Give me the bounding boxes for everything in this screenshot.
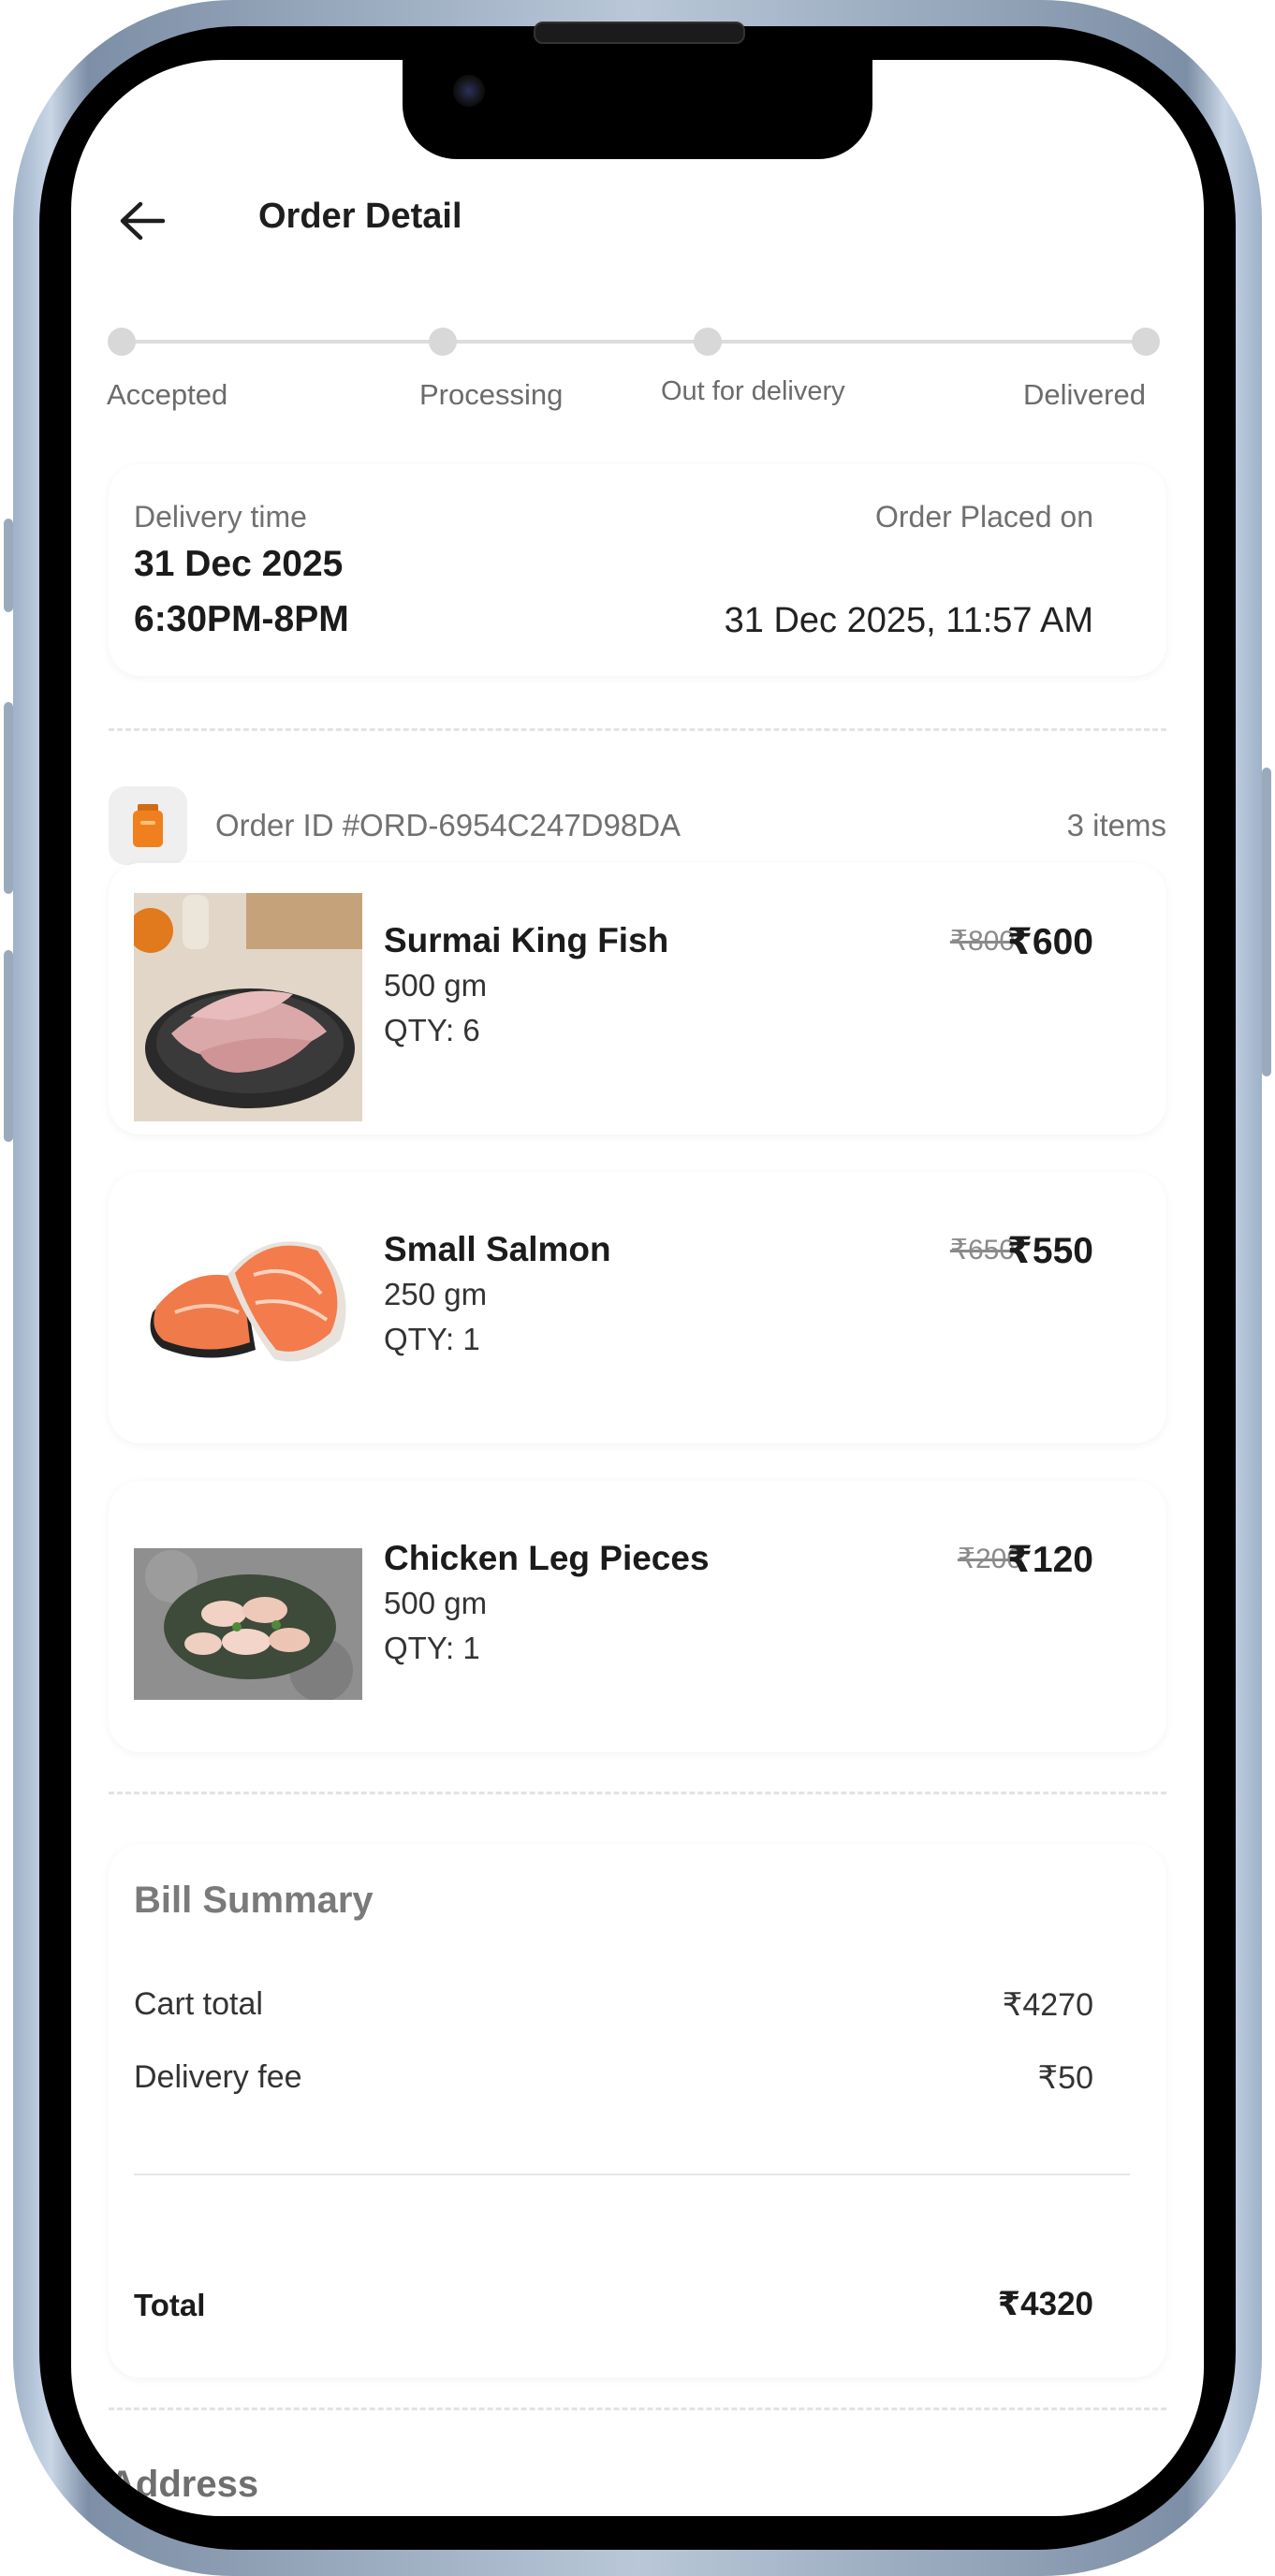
device-stage: Order Detail Accepted Processing Out for… (0, 0, 1275, 2576)
product-price: ₹550 (1006, 1231, 1093, 1271)
product-name: Small Salmon (384, 1230, 611, 1268)
step-dot-processing (429, 328, 457, 356)
delivery-fee-value: ₹50 (1037, 2060, 1093, 2096)
product-name: Chicken Leg Pieces (384, 1539, 710, 1577)
order-placed-label: Order Placed on (874, 500, 1093, 534)
package-icon (133, 804, 163, 847)
arrow-left-icon (120, 201, 166, 241)
delivery-window: 6:30PM-8PM (134, 599, 349, 639)
product-quantity: QTY: 1 (384, 1322, 480, 1356)
delivery-fee-label: Delivery fee (134, 2059, 302, 2095)
product-original-price: ₹800 (949, 926, 1015, 957)
product-image-surmai-king-fish (134, 893, 362, 1121)
mute-switch (4, 519, 13, 612)
divider (109, 1792, 1166, 1794)
total-label: Total (134, 2288, 206, 2322)
step-label-delivered: Delivered (1023, 378, 1146, 411)
product-quantity: QTY: 1 (384, 1631, 480, 1665)
page-title: Order Detail (258, 197, 462, 236)
progress-track (122, 340, 1148, 344)
product-name: Surmai King Fish (384, 921, 669, 959)
address-section-title: Address (109, 2464, 259, 2505)
volume-up-button (4, 702, 13, 894)
delivery-time-label: Delivery time (134, 500, 307, 534)
step-dot-delivered (1132, 328, 1160, 356)
order-placed-datetime: 31 Dec 2025, 11:57 AM (724, 601, 1093, 640)
product-weight: 250 gm (384, 1277, 488, 1311)
app-screen: Order Detail Accepted Processing Out for… (71, 60, 1204, 2516)
step-dot-out-for-delivery (694, 328, 722, 356)
product-image-chicken-leg-pieces (134, 1548, 362, 1700)
cart-total-label: Cart total (134, 1986, 263, 2022)
delivery-date: 31 Dec 2025 (134, 544, 344, 584)
divider (109, 728, 1166, 731)
step-label-accepted: Accepted (107, 378, 228, 411)
step-label-processing: Processing (419, 378, 564, 411)
product-price: ₹600 (1006, 922, 1093, 962)
bill-separator (134, 2174, 1130, 2175)
order-id: Order ID #ORD-6954C247D98DA (215, 808, 681, 842)
cart-total-value: ₹4270 (1002, 1987, 1093, 2023)
divider (109, 2408, 1166, 2410)
bill-summary-title: Bill Summary (134, 1880, 374, 1921)
product-weight: 500 gm (384, 968, 488, 1003)
volume-down-button (4, 950, 13, 1142)
product-image-small-salmon (134, 1209, 362, 1397)
power-button (1262, 768, 1271, 1076)
total-value: ₹4320 (997, 2286, 1093, 2322)
product-quantity: QTY: 6 (384, 1013, 480, 1047)
product-original-price: ₹650 (949, 1235, 1015, 1266)
order-icon-box (109, 786, 187, 865)
step-dot-accepted (108, 328, 136, 356)
back-button[interactable] (114, 193, 170, 249)
front-camera (453, 75, 485, 107)
items-count: 3 items (1066, 808, 1166, 842)
step-label-out-for-delivery: Out for delivery (661, 376, 845, 406)
product-price: ₹120 (1006, 1540, 1093, 1580)
speaker-grille (534, 22, 745, 44)
product-weight: 500 gm (384, 1586, 488, 1620)
